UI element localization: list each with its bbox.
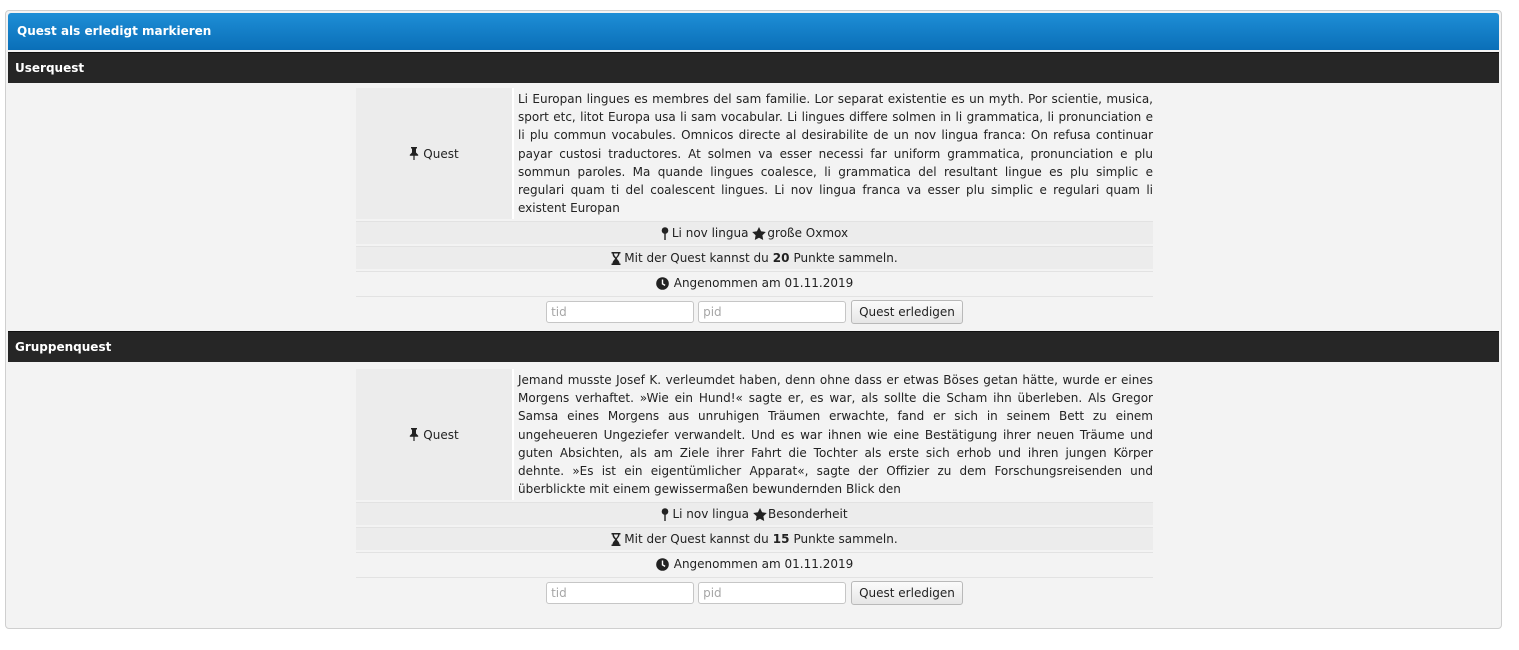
quest-label: Quest — [423, 427, 459, 442]
points-prefix: Mit der Quest kannst du — [624, 532, 769, 547]
clock-icon — [655, 277, 669, 290]
quest-label-cell: Quest — [356, 88, 514, 220]
pid-input[interactable] — [698, 301, 847, 324]
quest-accepted-row: Angenommen am 01.11.2019 — [356, 271, 1153, 295]
points-value: 15 — [772, 532, 790, 547]
quest-panel: Quest als erledigt markieren Userquest Q… — [5, 10, 1502, 629]
quest-complete-form: Quest erledigen — [356, 296, 1153, 327]
gruppenquest-table: Quest Jemand musste Josef K. verleumdet … — [356, 369, 1153, 608]
complete-quest-button[interactable]: Quest erledigen — [851, 581, 963, 606]
complete-quest-button[interactable]: Quest erledigen — [851, 300, 963, 325]
points-suffix: Punkte sammeln. — [793, 532, 898, 547]
tid-input[interactable] — [546, 582, 695, 605]
accepted-date: Angenommen am 01.11.2019 — [673, 276, 854, 291]
quest-category: große Oxmox — [767, 226, 849, 241]
tid-input[interactable] — [546, 301, 695, 324]
pid-input[interactable] — [698, 582, 847, 605]
map-marker-icon — [661, 227, 669, 240]
section-heading-userquest: Userquest — [8, 52, 1499, 83]
hourglass-icon — [611, 251, 621, 265]
userquest-table: Quest Li Europan lingues es membres del … — [356, 88, 1153, 327]
quest-description: Li Europan lingues es membres del sam fa… — [514, 88, 1153, 220]
panel-title: Quest als erledigt markieren — [8, 13, 1499, 50]
quest-points-row: Mit der Quest kannst du 15 Punkte sammel… — [356, 527, 1153, 551]
quest-accepted-row: Angenommen am 01.11.2019 — [356, 552, 1153, 576]
points-value: 20 — [772, 251, 790, 266]
star-icon — [753, 507, 767, 521]
quest-description-row: Quest Li Europan lingues es membres del … — [356, 88, 1153, 220]
section-heading-gruppenquest: Gruppenquest — [8, 331, 1499, 362]
pushpin-icon — [410, 428, 419, 442]
quest-description: Jemand musste Josef K. verleumdet haben,… — [514, 369, 1153, 501]
quest-category: Besonderheit — [767, 507, 848, 522]
accepted-date: Angenommen am 01.11.2019 — [673, 557, 854, 572]
points-suffix: Punkte sammeln. — [793, 251, 898, 266]
map-marker-icon — [662, 508, 669, 521]
points-prefix: Mit der Quest kannst du — [624, 251, 769, 266]
quest-location-row: Li nov lingua große Oxmox — [356, 221, 1153, 245]
quest-location: Li nov lingua — [671, 226, 749, 241]
quest-complete-form: Quest erledigen — [356, 577, 1153, 608]
quest-label: Quest — [423, 146, 459, 161]
quest-location-row: Li nov lingua Besonderheit — [356, 502, 1153, 526]
star-icon — [752, 226, 767, 240]
quest-points-row: Mit der Quest kannst du 20 Punkte sammel… — [356, 246, 1153, 270]
pushpin-icon — [410, 147, 419, 161]
hourglass-icon — [611, 532, 621, 546]
quest-location: Li nov lingua — [672, 507, 749, 522]
clock-icon — [655, 558, 669, 571]
quest-label-cell: Quest — [356, 369, 514, 501]
quest-description-row: Quest Jemand musste Josef K. verleumdet … — [356, 369, 1153, 501]
